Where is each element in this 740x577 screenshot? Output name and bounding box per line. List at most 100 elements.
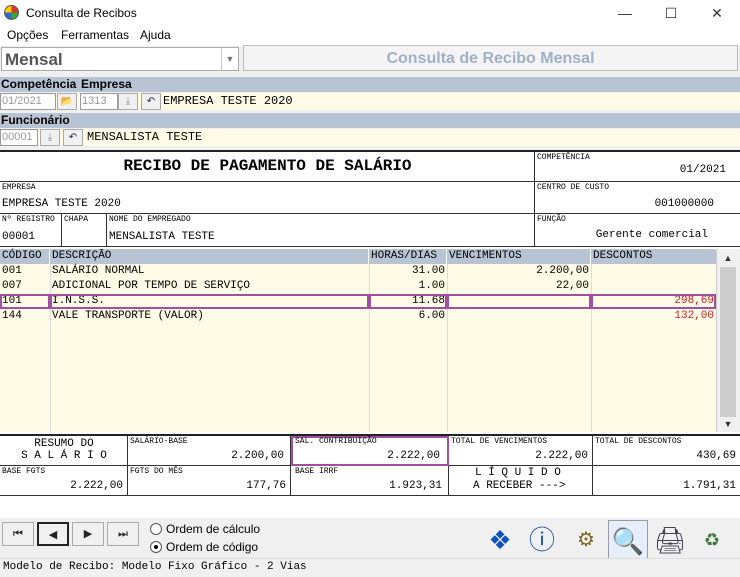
row-vencimentos: 2.200,00	[536, 265, 589, 277]
printer-icon[interactable]: 🖨	[650, 520, 690, 560]
fgts-mes-cell: FGTS DO MÊS 177,76	[128, 466, 291, 496]
recycle-bin-icon[interactable]: ♻	[692, 520, 732, 560]
base-irrf-label: BASE IRRF	[295, 467, 339, 476]
download-icon[interactable]: ⤓	[118, 93, 138, 110]
registro-cell: Nº REGISTRO 00001	[0, 214, 62, 247]
close-button[interactable]: ✕	[694, 0, 740, 26]
nome-cell-label: NOME DO EMPREGADO	[109, 215, 191, 224]
funcao-cell-label: FUNÇÃO	[537, 215, 566, 224]
row-codigo: 101	[0, 294, 50, 309]
receipt-panel: RECIBO DE PAGAMENTO DE SALÁRIO COMPETÊNC…	[0, 150, 740, 520]
grid-header-row: CÓDIGO DESCRIÇÃO HORAS/DIAS VENCIMENTOS …	[0, 249, 716, 264]
filter-header-row: Competência Empresa	[0, 77, 740, 92]
row-descontos: 298,69	[591, 294, 716, 309]
base-irrf-cell: BASE IRRF 1.923,31	[291, 466, 449, 496]
menu-ferramentas[interactable]: Ferramentas	[61, 28, 129, 42]
funcao-cell: FUNÇÃO Gerente comercial	[535, 214, 740, 247]
diamond-nav-icon[interactable]: ❖	[480, 520, 520, 560]
row-descricao: ADICIONAL POR TEMPO DE SERVIÇO	[52, 280, 251, 292]
folder-open-icon[interactable]: 📂	[57, 93, 77, 110]
grid-scrollbar[interactable]: ▲ ▼	[716, 249, 740, 432]
resumo-cell: RESUMO DO S A L Á R I O	[0, 436, 128, 466]
row-codigo: 144	[2, 310, 22, 322]
empresa-label: Empresa	[81, 77, 132, 91]
previous-record-button[interactable]: ◀	[37, 522, 69, 546]
table-row[interactable]: 001 SALÁRIO NORMAL 31.00 2.200,00	[0, 264, 716, 279]
undo-icon[interactable]: ↶	[63, 129, 83, 146]
next-record-button[interactable]: ▶	[72, 522, 104, 546]
total-desc-label: TOTAL DE DESCONTOS	[595, 437, 682, 446]
funcionario-code-field[interactable]: 00001	[0, 129, 38, 146]
row-descricao: I.N.S.S.	[50, 294, 369, 309]
col-descricao: DESCRIÇÃO	[50, 249, 369, 264]
row-vencimentos	[447, 294, 591, 309]
col-codigo: CÓDIGO	[0, 249, 50, 264]
col-vencimentos: VENCIMENTOS	[447, 249, 591, 264]
salario-base-value: 2.200,00	[231, 450, 284, 462]
base-fgts-label: BASE FGTS	[2, 467, 46, 476]
maximize-button[interactable]: ☐	[648, 0, 694, 26]
row-codigo: 007	[2, 280, 22, 292]
ordem-codigo-label: Ordem de código	[166, 540, 259, 554]
receipt-competencia: 01/2021	[679, 164, 726, 176]
sal-contrib-label: SAL. CONTRIBUIÇÃO	[295, 437, 377, 446]
grid-body: 001 SALÁRIO NORMAL 31.00 2.200,00 007 ADICION…	[0, 264, 716, 432]
total-desc-value: 430,69	[696, 450, 736, 462]
competencia-field[interactable]: 01/2021	[0, 93, 56, 110]
resumo-line1: RESUMO DO	[34, 438, 94, 450]
menu-ajuda[interactable]: Ajuda	[140, 28, 171, 42]
row-descontos	[591, 264, 716, 279]
row-descontos: 132,00	[674, 310, 714, 322]
menu-opcoes[interactable]: Opções	[7, 28, 48, 42]
centro-cell: CENTRO DE CUSTO 001000000	[535, 182, 740, 214]
table-row[interactable]: 144 VALE TRANSPORTE (VALOR) 6.00 132,00	[0, 309, 716, 324]
nome-cell: NOME DO EMPREGADO MENSALISTA TESTE	[107, 214, 535, 247]
scroll-up-icon[interactable]: ▲	[720, 251, 736, 265]
radio-checked-icon[interactable]	[150, 541, 162, 553]
empresa-cell: EMPRESA EMPRESA TESTE 2020	[0, 182, 535, 214]
last-record-button[interactable]: ⏭	[107, 522, 139, 546]
receipt-funcao: Gerente comercial	[595, 229, 708, 241]
empresa-code-field[interactable]: 1313	[80, 93, 118, 110]
scroll-thumb[interactable]	[720, 267, 736, 417]
funcionario-name: MENSALISTA TESTE	[86, 129, 203, 146]
receipt-title-cell: RECIBO DE PAGAMENTO DE SALÁRIO	[0, 152, 535, 182]
row-vencimentos: 22,00	[555, 280, 589, 292]
preview-search-icon[interactable]: 🔍	[608, 520, 648, 560]
app-icon	[4, 5, 19, 20]
row-descontos	[591, 279, 716, 294]
info-icon[interactable]: ⓘ	[522, 520, 562, 560]
receipt-nome: MENSALISTA TESTE	[109, 231, 215, 243]
row-codigo: 001	[2, 265, 22, 277]
registro-cell-label: Nº REGISTRO	[2, 215, 55, 224]
minimize-button[interactable]: —	[602, 0, 648, 26]
row-horas: 6.00	[418, 310, 445, 322]
window-title: Consulta de Recibos	[26, 6, 137, 20]
download-icon[interactable]: ⤓	[40, 129, 60, 146]
export-icon[interactable]: ⚙	[566, 520, 606, 560]
filter-row: 01/2021 📂 1313 ⤓ ↶ EMPRESA TESTE 2020	[0, 93, 740, 110]
liquido-line1: L Í Q U I D O	[475, 467, 561, 479]
table-row[interactable]: 007 ADICIONAL POR TEMPO DE SERVIÇO 1.00 22,…	[0, 279, 716, 294]
chevron-down-icon[interactable]: ▼	[221, 48, 238, 70]
base-fgts-value: 2.222,00	[70, 480, 123, 492]
radio-unchecked-icon[interactable]	[150, 523, 162, 535]
menu-bar: Opções Ferramentas Ajuda	[0, 26, 740, 46]
col-descontos: DESCONTOS	[591, 249, 716, 264]
table-row[interactable]: 101 I.N.S.S. 11.68 298,69	[0, 294, 716, 309]
period-type-select[interactable]: Mensal ▼	[1, 47, 239, 71]
chapa-cell: CHAPA	[62, 214, 107, 247]
base-fgts-cell: BASE FGTS 2.222,00	[0, 466, 128, 496]
row-descricao: VALE TRANSPORTE (VALOR)	[52, 310, 204, 322]
receipt-title: RECIBO DE PAGAMENTO DE SALÁRIO	[123, 157, 412, 175]
row-descricao: SALÁRIO NORMAL	[52, 265, 145, 277]
fgts-mes-label: FGTS DO MÊS	[130, 467, 183, 476]
salario-base-cell: SALÁRIO-BASE 2.200,00	[128, 436, 291, 466]
undo-icon[interactable]: ↶	[141, 93, 161, 110]
first-record-button[interactable]: ⏮	[2, 522, 34, 546]
liquido-label-cell: L Í Q U I D O A RECEBER --->	[449, 466, 593, 496]
fgts-mes-value: 177,76	[246, 480, 286, 492]
scroll-down-icon[interactable]: ▼	[720, 417, 736, 431]
period-type-value: Mensal	[5, 50, 63, 69]
row-vencimentos	[447, 309, 591, 324]
